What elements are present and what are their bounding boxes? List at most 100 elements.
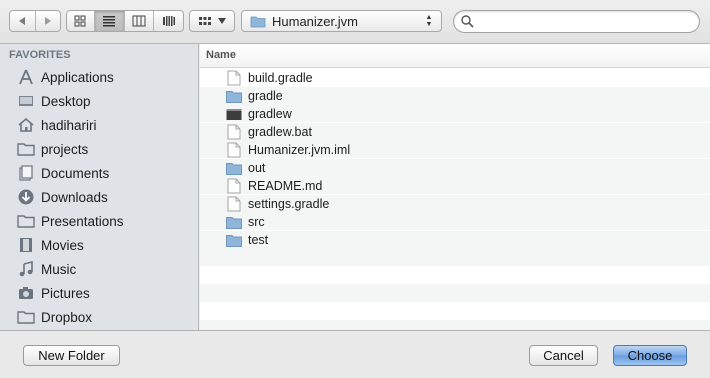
- sidebar-item-label: Desktop: [41, 93, 91, 109]
- back-button[interactable]: [10, 11, 36, 31]
- file-name: settings.gradle: [248, 197, 330, 211]
- sidebar-item-applications[interactable]: Applications: [17, 66, 192, 88]
- movies-icon: [17, 236, 35, 254]
- column-view-button[interactable]: [125, 11, 155, 31]
- sidebar-header-favorites: FAVORITES: [9, 49, 71, 61]
- view-mode-control: [66, 10, 184, 32]
- arrange-grid-icon: [199, 17, 211, 25]
- search-input[interactable]: [478, 13, 692, 30]
- file-name: test: [248, 233, 269, 247]
- sidebar-item-desktop[interactable]: Desktop: [17, 90, 192, 112]
- path-popup[interactable]: Humanizer.jvm ▲ ▼: [241, 10, 442, 32]
- search-field: [453, 10, 700, 33]
- column-view-icon: [132, 15, 146, 27]
- downloads-icon: [17, 188, 35, 206]
- updown-chevron-icon: ▲ ▼: [425, 14, 433, 28]
- navigation-control: [9, 10, 61, 32]
- sidebar-item-label: Applications: [41, 69, 114, 85]
- arrange-menu-button[interactable]: [189, 10, 235, 32]
- sidebar-item-label: Documents: [41, 165, 110, 181]
- forward-arrow-icon: [44, 17, 51, 25]
- list-item[interactable]: settings.gradle: [200, 195, 710, 213]
- folder-icon: [226, 160, 242, 176]
- music-icon: [17, 260, 35, 278]
- sidebar-item-presentations[interactable]: Presentations: [17, 210, 192, 232]
- sidebar: FAVORITES Applications Desktop hadiharir…: [0, 44, 199, 330]
- file-list: Name build.gradle gradle gradlew gradlew…: [200, 44, 710, 330]
- list-item[interactable]: gradlew: [200, 105, 710, 123]
- list-item[interactable]: out: [200, 159, 710, 177]
- list-item[interactable]: src: [200, 213, 710, 231]
- list-view-icon: [103, 16, 116, 27]
- folder-icon: [250, 16, 266, 27]
- document-icon: [226, 124, 242, 140]
- document-icon: [226, 178, 242, 194]
- arrange-button-content: [190, 11, 234, 31]
- triangle-down-icon: [218, 18, 226, 24]
- folder-icon: [17, 308, 35, 326]
- choose-button[interactable]: Choose: [613, 345, 687, 366]
- list-item[interactable]: gradle: [200, 87, 710, 105]
- row-stripe: [200, 284, 710, 302]
- applications-icon: [17, 68, 35, 86]
- column-header-name[interactable]: Name: [200, 44, 710, 68]
- forward-button[interactable]: [36, 11, 61, 31]
- folder-icon: [226, 232, 242, 248]
- dialog-button-bar: New Folder Cancel Choose: [0, 330, 710, 378]
- sidebar-item-label: Presentations: [41, 213, 124, 229]
- home-icon: [17, 116, 35, 134]
- pictures-icon: [17, 284, 35, 302]
- sidebar-item-music[interactable]: Music: [17, 258, 192, 280]
- documents-icon: [17, 164, 35, 182]
- search-icon: [461, 15, 474, 28]
- folder-icon: [17, 212, 35, 230]
- file-name: gradlew: [248, 107, 292, 121]
- file-name: Humanizer.jvm.iml: [248, 143, 351, 157]
- toolbar: Humanizer.jvm ▲ ▼: [0, 0, 710, 44]
- sidebar-item-label: Pictures: [41, 285, 90, 301]
- icon-view-icon: [74, 15, 86, 27]
- row-stripe: [200, 320, 710, 330]
- back-arrow-icon: [19, 17, 26, 25]
- sidebar-item-label: Music: [41, 261, 77, 277]
- sidebar-item-downloads[interactable]: Downloads: [17, 186, 192, 208]
- sidebar-item-pictures[interactable]: Pictures: [17, 282, 192, 304]
- document-icon: [226, 70, 242, 86]
- sidebar-item-label: projects: [41, 141, 89, 157]
- sidebar-item-movies[interactable]: Movies: [17, 234, 192, 256]
- path-popup-label: Humanizer.jvm: [272, 13, 358, 29]
- sidebar-item-dropbox[interactable]: Dropbox: [17, 306, 192, 328]
- list-item[interactable]: gradlew.bat: [200, 123, 710, 141]
- document-icon: [226, 142, 242, 158]
- folder-icon: [226, 88, 242, 104]
- file-name: README.md: [248, 179, 323, 193]
- sidebar-item-home[interactable]: hadihariri: [17, 114, 192, 136]
- row-stripe: [200, 248, 710, 266]
- coverflow-view-button[interactable]: [154, 11, 183, 31]
- list-item[interactable]: test: [200, 231, 710, 249]
- folder-icon: [226, 214, 242, 230]
- document-icon: [226, 196, 242, 212]
- sidebar-item-label: Movies: [41, 237, 84, 253]
- folder-icon: [17, 140, 35, 158]
- file-name: gradle: [248, 89, 283, 103]
- desktop-icon: [17, 92, 35, 110]
- icon-view-button[interactable]: [67, 11, 95, 31]
- sidebar-item-projects[interactable]: projects: [17, 138, 192, 160]
- list-item[interactable]: README.md: [200, 177, 710, 195]
- cancel-button[interactable]: Cancel: [529, 345, 598, 366]
- sidebar-item-label: Downloads: [41, 189, 108, 205]
- list-item[interactable]: Humanizer.jvm.iml: [200, 141, 710, 159]
- list-view-button[interactable]: [94, 11, 125, 31]
- sidebar-item-label: Dropbox: [41, 309, 93, 325]
- executable-icon: [226, 106, 242, 122]
- file-name: out: [248, 161, 266, 175]
- file-name: gradlew.bat: [248, 125, 312, 139]
- coverflow-view-icon: [162, 16, 175, 26]
- list-item[interactable]: build.gradle: [200, 69, 710, 87]
- new-folder-button[interactable]: New Folder: [23, 345, 120, 366]
- file-name: src: [248, 215, 265, 229]
- sidebar-item-label: hadihariri: [41, 117, 97, 133]
- file-name: build.gradle: [248, 71, 313, 85]
- sidebar-item-documents[interactable]: Documents: [17, 162, 192, 184]
